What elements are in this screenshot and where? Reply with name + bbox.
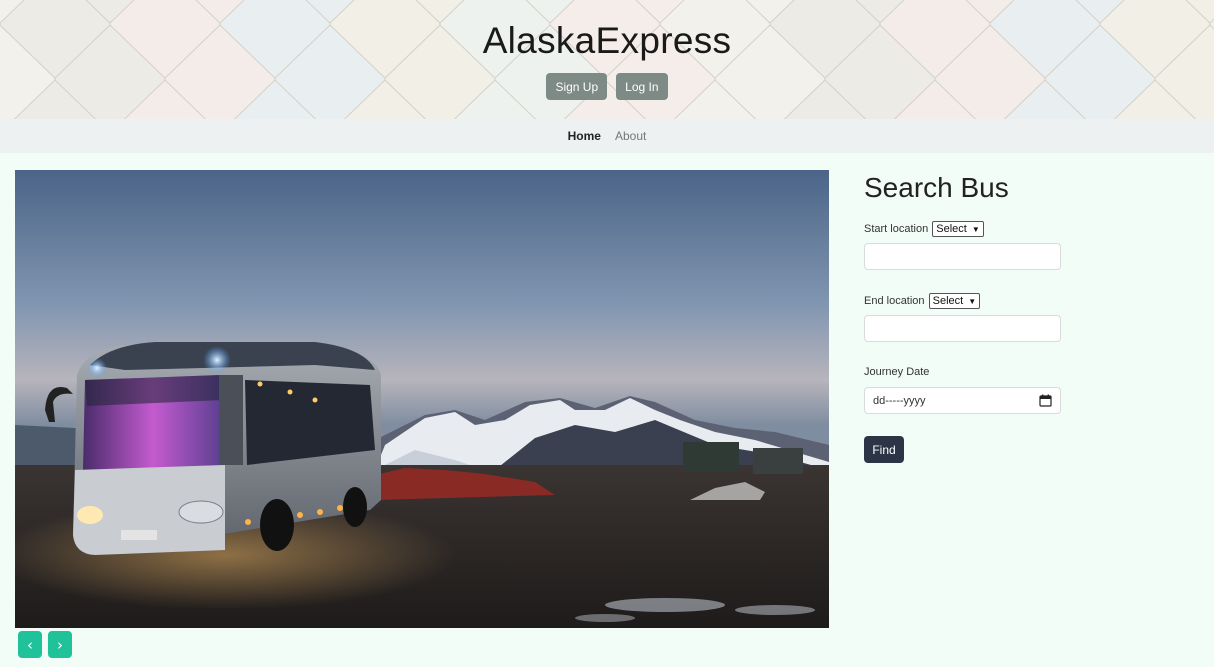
end-location-label: End location [864,295,925,307]
start-select-value: Select [936,223,967,235]
search-title: Search Bus [864,172,1009,203]
calendar-icon[interactable] [1039,394,1052,407]
main-nav: Home About [0,119,1214,153]
find-button[interactable]: Find [864,436,904,463]
log-in-button[interactable]: Log In [616,73,668,100]
bus-photo [15,170,829,628]
start-location-label: Start location [864,223,929,235]
image-carousel [15,170,829,628]
search-bus-form: Search Bus Start location Select ▼ End l… [864,170,1164,463]
carousel-prev-button[interactable]: ‹ [18,631,42,658]
start-location-select[interactable]: Select ▼ [932,221,984,237]
journey-date-label: Journey Date [864,366,930,379]
site-header: AlaskaExpress Sign Up Log In [0,0,1214,119]
date-placeholder: dd-----yyyy [873,394,926,407]
site-title: AlaskaExpress [482,20,732,61]
end-location-input[interactable] [864,315,1061,342]
journey-date-group: Journey Date [864,366,929,378]
end-location-group: End location Select ▼ [864,293,981,309]
carousel-next-button[interactable]: › [48,631,72,658]
carousel-controls: ‹ › [18,631,72,658]
chevron-right-icon: › [57,635,63,654]
end-select-value: Select [932,295,964,307]
chevron-down-icon: ▼ [971,224,980,234]
end-location-select[interactable]: Select ▼ [928,293,981,309]
chevron-left-icon: ‹ [27,635,33,654]
start-location-input[interactable] [864,243,1061,270]
chevron-down-icon: ▼ [968,296,977,306]
auth-buttons: Sign Up Log In [546,73,668,100]
start-location-group: Start location Select ▼ [864,221,984,237]
nav-home-link[interactable]: Home [568,129,601,143]
sign-up-button[interactable]: Sign Up [546,73,608,100]
journey-date-input[interactable]: dd-----yyyy [864,387,1061,414]
nav-about-link[interactable]: About [615,129,646,143]
